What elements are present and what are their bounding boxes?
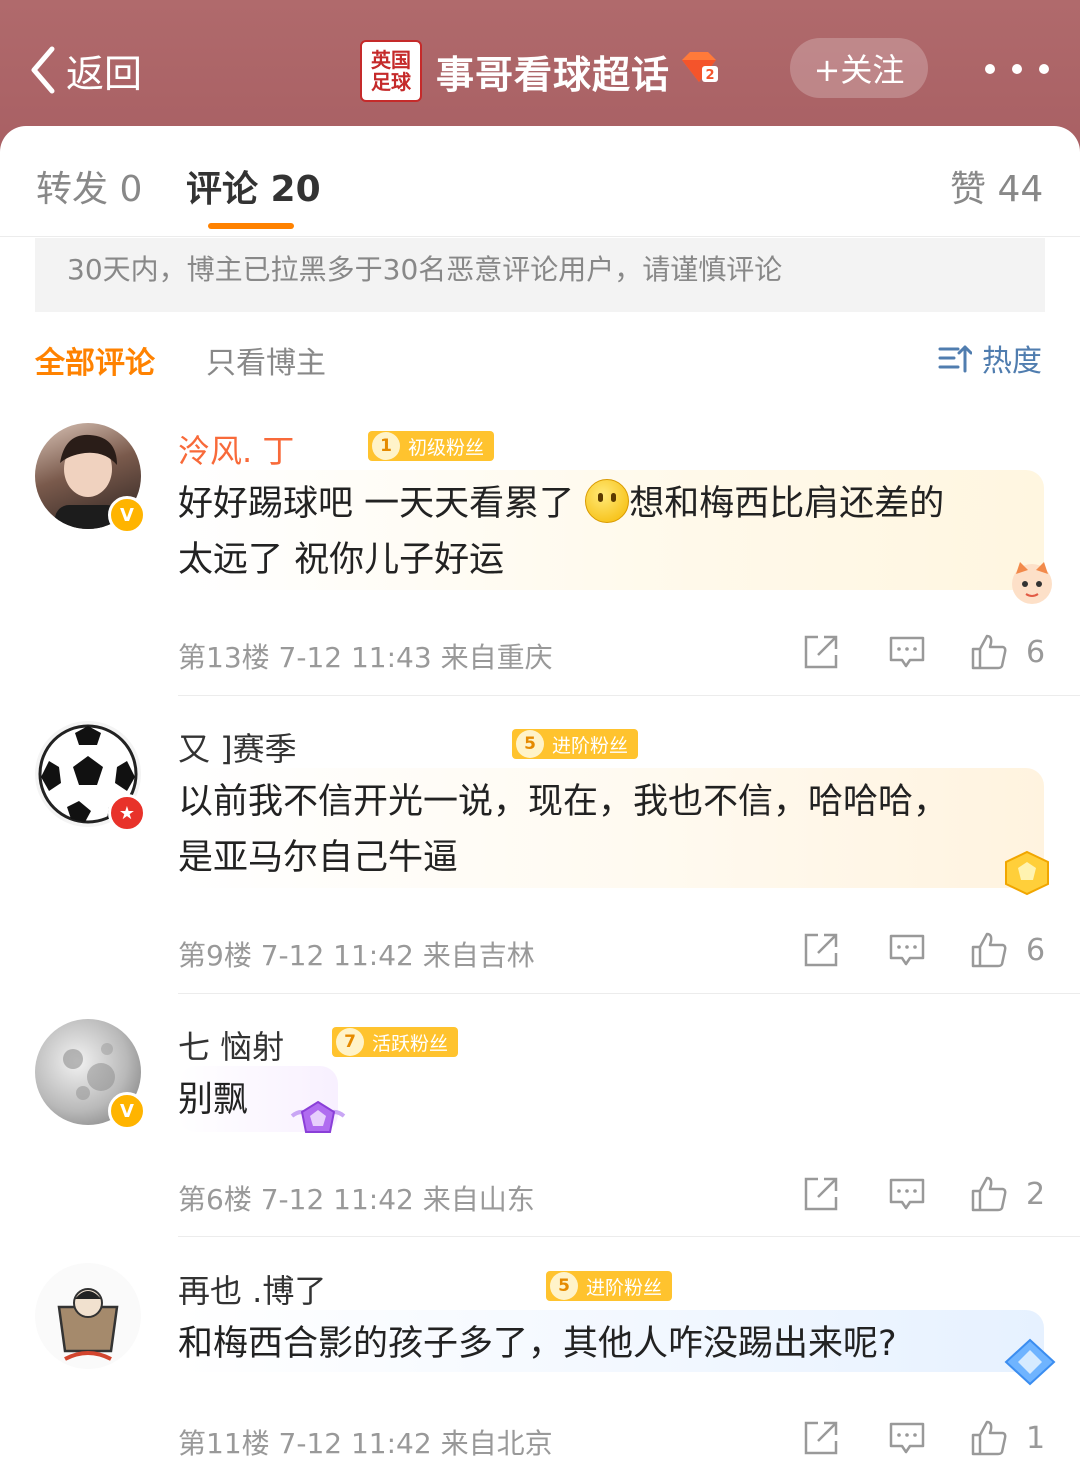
comment-text: 别飘: [178, 1080, 249, 1120]
comment-username[interactable]: 又 ]赛季: [178, 724, 297, 770]
thumbs-up-icon: [971, 1176, 1007, 1212]
more-options-button[interactable]: [985, 52, 1049, 86]
sort-by-hot-button[interactable]: 热度: [938, 336, 1042, 380]
cauldron-cartoon-image: [57, 1288, 119, 1361]
like-count: 2: [1026, 1176, 1046, 1212]
gold-gem-sticker-icon: [1005, 850, 1049, 896]
chevron-left-icon: [31, 46, 55, 94]
comment-meta: 第6楼 7-12 11:42 来自山东: [178, 1183, 535, 1216]
blue-diamond-sticker-icon: [1004, 1338, 1056, 1386]
like-button[interactable]: 6: [970, 931, 1045, 969]
share-icon: [804, 635, 838, 669]
reply-button[interactable]: [888, 1419, 926, 1457]
fan-level-badge[interactable]: 5 进阶粉丝: [546, 1271, 673, 1301]
avatar[interactable]: [35, 1263, 141, 1369]
like-button[interactable]: 6: [970, 633, 1045, 671]
sort-label: 热度: [982, 344, 1042, 379]
comment-text: 以前我不信开光一说，现在，我也不信，哈哈哈， 是亚马尔自己牛逼: [178, 774, 948, 886]
comment-text: 和梅西合影的孩子多了，其他人咋没踢出来呢?: [178, 1324, 897, 1364]
fan-level-number: 1: [372, 432, 400, 460]
comment-icon: [889, 1422, 925, 1454]
fan-level-label: 初级粉丝: [408, 436, 485, 459]
level-number: 2: [705, 68, 714, 83]
purple-gem-sticker-icon: [290, 1100, 346, 1133]
share-icon: [804, 933, 838, 967]
verified-badge-icon: V: [108, 496, 146, 534]
filter-all-comments[interactable]: 全部评论: [35, 338, 155, 382]
reply-button[interactable]: [888, 1175, 926, 1213]
blocked-users-notice: 30天内，博主已拉黑多于30名恶意评论用户，请谨慎评论: [35, 238, 1045, 312]
comment-icon: [889, 1178, 925, 1210]
verified-badge-icon: V: [108, 1092, 146, 1130]
active-tab-indicator: [208, 223, 294, 229]
supertopic-logo[interactable]: 英国 足球: [360, 40, 422, 102]
tab-repost[interactable]: 转发 0: [36, 160, 142, 212]
comment-text-part: 好好踢球吧 一天天看累了: [178, 484, 575, 524]
filter-host-only[interactable]: 只看博主: [206, 338, 326, 382]
comment-text: 好好踢球吧 一天天看累了 想和梅西比肩还差的 太远了 祝你儿子好运: [178, 476, 944, 588]
tab-comments[interactable]: 评论 20: [186, 160, 321, 212]
reply-button[interactable]: [888, 931, 926, 969]
fan-level-number: 7: [336, 1028, 364, 1056]
comment-username[interactable]: 再也 .博了: [178, 1266, 326, 1312]
like-button[interactable]: 1: [970, 1419, 1045, 1457]
comment-text-part: 想和梅西比肩还差的: [629, 484, 945, 524]
like-count: 6: [1026, 634, 1046, 670]
share-icon: [804, 1421, 838, 1455]
comment-icon: [889, 934, 925, 966]
comment-meta: 第9楼 7-12 11:42 来自吉林: [178, 939, 535, 972]
follow-button[interactable]: +关注: [790, 38, 928, 98]
fan-level-badge[interactable]: 7 活跃粉丝: [332, 1027, 459, 1057]
share-button[interactable]: [802, 931, 840, 969]
share-button[interactable]: [802, 1175, 840, 1213]
smile-emoji-icon: [585, 479, 630, 523]
comment-text-part: 太远了 祝你儿子好运: [178, 540, 505, 580]
fan-level-badge[interactable]: 5 进阶粉丝: [512, 729, 639, 759]
comment-divider: [178, 993, 1080, 994]
fan-level-number: 5: [516, 730, 544, 758]
share-button[interactable]: [802, 1419, 840, 1457]
reply-button[interactable]: [888, 633, 926, 671]
share-icon: [804, 1177, 838, 1211]
comment-username[interactable]: 七 恼射: [178, 1022, 284, 1068]
sort-icon: [938, 345, 972, 373]
comment-icon: [889, 636, 925, 668]
tab-likes[interactable]: 赞 44: [950, 160, 1043, 212]
back-button[interactable]: 返回: [28, 40, 142, 100]
thumbs-up-icon: [971, 932, 1007, 968]
like-count: 6: [1026, 932, 1046, 968]
fan-level-label: 进阶粉丝: [586, 1276, 663, 1299]
tab-bar: 转发 0 评论 20 赞 44: [0, 126, 1080, 237]
level-gem-icon: 2: [682, 52, 718, 83]
like-button[interactable]: 2: [970, 1175, 1045, 1213]
comment-divider: [178, 1236, 1080, 1237]
fan-level-badge[interactable]: 1 初级粉丝: [368, 431, 495, 461]
logo-text: 英国 足球: [371, 48, 411, 94]
comment-divider: [178, 695, 1080, 696]
tiger-sticker-icon: [1012, 562, 1052, 604]
page-title[interactable]: 事哥看球超话: [436, 44, 670, 99]
thumbs-up-icon: [971, 634, 1007, 670]
comment-meta: 第11楼 7-12 11:42 来自北京: [178, 1427, 553, 1460]
share-button[interactable]: [802, 633, 840, 671]
comment-text-part: 以前我不信开光一说，现在，我也不信，哈哈哈，: [178, 782, 949, 822]
thumbs-up-icon: [971, 1420, 1007, 1456]
like-count: 1: [1026, 1420, 1046, 1456]
back-label: 返回: [66, 51, 143, 96]
comment-text-part: 是亚马尔自己牛逼: [178, 838, 459, 878]
fan-level-label: 活跃粉丝: [372, 1032, 449, 1055]
fan-level-number: 5: [550, 1272, 578, 1300]
comment-meta: 第13楼 7-12 11:43 来自重庆: [178, 641, 553, 674]
fan-level-label: 进阶粉丝: [552, 734, 629, 757]
comment-username[interactable]: 泠风. 丁: [178, 426, 294, 472]
red-star-badge-icon: ★: [108, 794, 146, 832]
